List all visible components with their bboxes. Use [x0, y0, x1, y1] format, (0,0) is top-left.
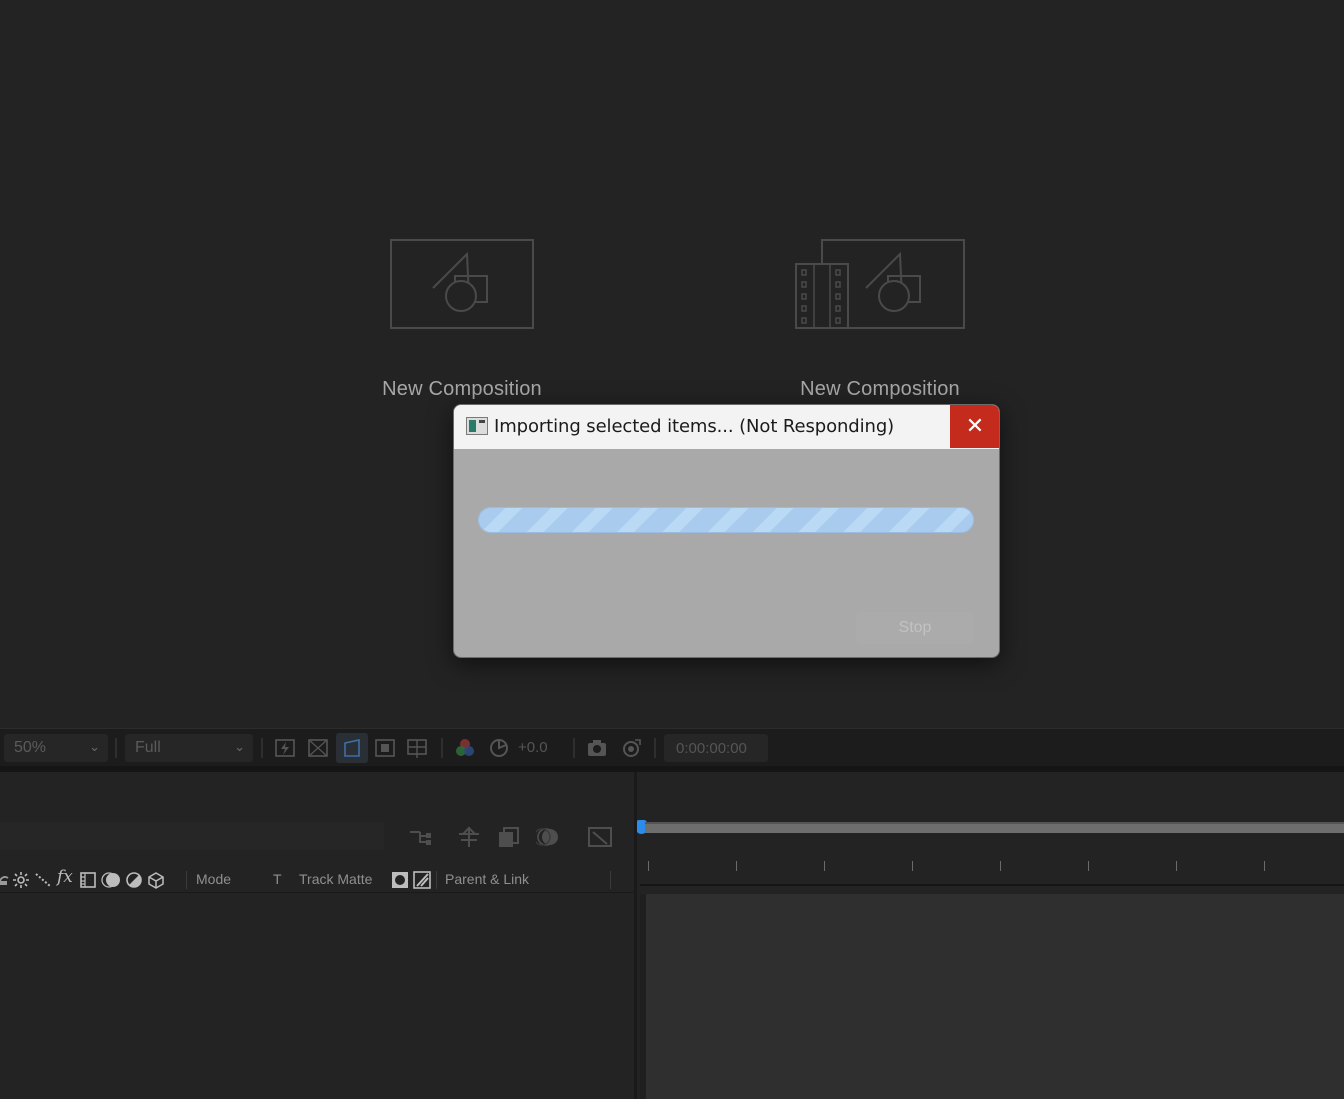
3d-layer-icon[interactable] — [147, 871, 165, 889]
ruler-tick — [736, 861, 737, 871]
new-composition-card[interactable]: New Composition — [342, 238, 582, 401]
import-progress-dialog: Importing selected items... (Not Respond… — [453, 404, 1000, 658]
frame-blending-icon[interactable] — [496, 824, 522, 850]
parent-link-column-header[interactable]: Parent & Link — [445, 871, 529, 887]
timeline-pane-divider[interactable] — [634, 772, 637, 1099]
grid-guides-icon[interactable] — [406, 737, 428, 759]
current-time-display[interactable]: 0:00:00:00 — [664, 734, 768, 762]
toolbar-divider — [261, 738, 263, 758]
zoom-value: 50% — [14, 739, 47, 756]
ruler-tick — [648, 861, 649, 871]
resolution-select[interactable]: Full ⌄ — [125, 734, 253, 762]
matte-alpha-icon[interactable] — [391, 871, 409, 889]
track-area[interactable] — [646, 894, 1344, 1099]
close-icon: ✕ — [965, 413, 985, 438]
time-ruler-baseline — [640, 884, 1344, 886]
exposure-reset-icon[interactable] — [488, 737, 510, 759]
viewer-toolbar: 50% ⌄ Full ⌄ +0.0 0:00:00:00 — [0, 728, 1344, 766]
region-of-interest-icon[interactable] — [374, 737, 396, 759]
work-area-bar[interactable] — [645, 822, 1344, 833]
toolbar-divider — [573, 738, 575, 758]
mode-column-header[interactable]: Mode — [196, 871, 231, 887]
ruler-tick — [1088, 861, 1089, 871]
color-channels-icon[interactable] — [454, 737, 476, 759]
motion-blur-switch-icon[interactable] — [101, 871, 121, 889]
column-divider — [610, 871, 611, 889]
layer-column-headers: fx Mode T Track Matte Parent & Link — [0, 867, 636, 893]
resolution-value: Full — [135, 739, 161, 756]
exposure-value[interactable]: +0.0 — [518, 739, 548, 756]
track-matte-column-header[interactable]: Track Matte — [299, 871, 372, 887]
transparency-grid-icon[interactable] — [307, 737, 329, 759]
motion-blur-icon[interactable] — [536, 824, 562, 850]
preserve-transparency-header[interactable]: T — [273, 871, 282, 887]
close-button[interactable]: ✕ — [950, 405, 999, 448]
column-divider — [436, 871, 437, 889]
show-snapshot-icon[interactable] — [620, 737, 642, 759]
mask-path-icon — [344, 739, 360, 757]
app-window-icon — [466, 417, 488, 435]
toolbar-divider — [441, 738, 443, 758]
frame-blend-switch-icon[interactable] — [79, 871, 97, 889]
ruler-tick — [824, 861, 825, 871]
new-composition-icon — [390, 239, 534, 329]
toolbar-divider — [654, 738, 656, 758]
effects-switch-icon[interactable]: fx — [57, 867, 73, 887]
mask-visibility-button[interactable] — [336, 733, 368, 763]
ruler-tick — [1176, 861, 1177, 871]
quality-switch-icon[interactable] — [34, 871, 52, 889]
new-composition-from-footage-card[interactable]: New Composition — [760, 238, 1000, 401]
ruler-tick — [1000, 861, 1001, 871]
matte-invert-icon[interactable] — [413, 871, 431, 889]
ruler-tick — [1264, 861, 1265, 871]
lock-switch-icon[interactable] — [0, 872, 10, 888]
ruler-tick — [912, 861, 913, 871]
dialog-titlebar[interactable]: Importing selected items... (Not Respond… — [454, 405, 999, 449]
composition-flowchart-icon[interactable] — [408, 824, 434, 850]
layer-search-input[interactable] — [0, 822, 384, 850]
draft-3d-icon[interactable] — [456, 824, 482, 850]
fast-previews-icon[interactable] — [274, 737, 296, 759]
adjustment-layer-icon[interactable] — [125, 871, 143, 889]
toolbar-divider — [115, 738, 117, 758]
snapshot-camera-icon[interactable] — [586, 737, 608, 759]
shy-switch-icon[interactable] — [12, 871, 30, 889]
timeline-panel: fx Mode T Track Matte Parent & Link — [0, 772, 1344, 1099]
graph-editor-icon[interactable] — [587, 824, 613, 850]
chevron-down-icon: ⌄ — [234, 739, 245, 754]
new-composition-label: New Composition — [382, 378, 542, 400]
new-composition-from-footage-label: New Composition — [800, 378, 960, 400]
import-progress-bar — [478, 507, 974, 533]
stop-button[interactable]: Stop — [856, 612, 974, 644]
column-divider — [186, 871, 187, 889]
new-composition-from-footage-icon — [795, 239, 965, 329]
zoom-select[interactable]: 50% ⌄ — [4, 734, 108, 762]
chevron-down-icon: ⌄ — [89, 739, 100, 754]
dialog-title: Importing selected items... (Not Respond… — [494, 416, 895, 437]
